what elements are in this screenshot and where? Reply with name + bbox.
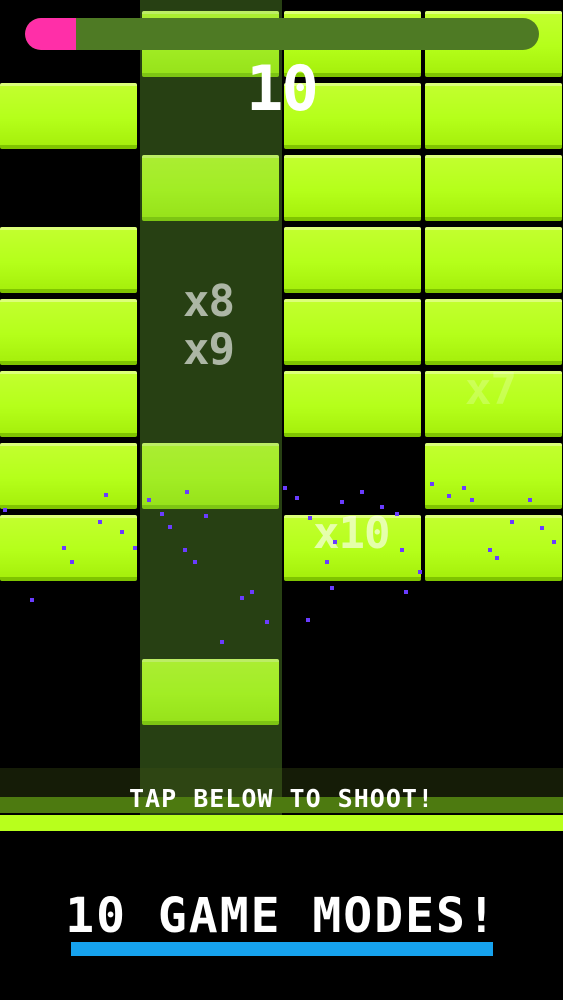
particle <box>395 512 399 516</box>
particle <box>147 498 151 502</box>
brick <box>425 443 562 509</box>
particle <box>330 586 334 590</box>
particle <box>333 540 337 544</box>
level-progress-fill <box>25 18 77 50</box>
multiplier-label: x9 <box>183 324 235 375</box>
particle <box>540 526 544 530</box>
particle <box>70 560 74 564</box>
level-progress-bar <box>25 18 539 50</box>
particle <box>418 570 422 574</box>
particle <box>325 560 329 564</box>
particle <box>510 520 514 524</box>
brick <box>0 371 137 437</box>
particle <box>3 508 7 512</box>
particle <box>168 525 172 529</box>
brick <box>0 443 137 509</box>
particle <box>528 498 532 502</box>
particle <box>133 546 137 550</box>
brick <box>284 227 421 293</box>
multiplier-label: x7 <box>465 364 517 415</box>
shoot-instruction: TAP BELOW TO SHOOT! <box>129 784 434 813</box>
particle <box>183 548 187 552</box>
particle <box>295 496 299 500</box>
launch-line[interactable] <box>0 815 563 831</box>
particle <box>404 590 408 594</box>
particle <box>430 482 434 486</box>
particle <box>306 618 310 622</box>
score-counter: 10 <box>246 52 319 125</box>
particle <box>204 514 208 518</box>
multiplier-label: x8 <box>183 276 235 327</box>
particle <box>185 490 189 494</box>
particle <box>160 512 164 516</box>
particle <box>340 500 344 504</box>
particle <box>98 520 102 524</box>
particle <box>447 494 451 498</box>
particle <box>400 548 404 552</box>
brick <box>284 155 421 221</box>
particle <box>462 486 466 490</box>
particle <box>30 598 34 602</box>
particle <box>488 548 492 552</box>
particle <box>265 620 269 624</box>
particle <box>470 498 474 502</box>
particle <box>220 640 224 644</box>
particle <box>240 596 244 600</box>
brick <box>0 299 137 365</box>
brick <box>0 515 137 581</box>
brick <box>425 299 562 365</box>
particle <box>104 493 108 497</box>
particle <box>552 540 556 544</box>
brick <box>425 155 562 221</box>
brick <box>284 371 421 437</box>
particle <box>283 486 287 490</box>
particle <box>308 516 312 520</box>
promo-underline <box>71 942 493 956</box>
particle <box>62 546 66 550</box>
brick <box>425 515 562 581</box>
particle <box>360 490 364 494</box>
multiplier-label: x10 <box>313 508 390 559</box>
promo-title: 10 GAME MODES! <box>65 888 498 944</box>
particle <box>495 556 499 560</box>
brick <box>425 227 562 293</box>
particle <box>380 505 384 509</box>
particle <box>193 560 197 564</box>
brick <box>284 299 421 365</box>
game-board[interactable]: 10 x8 x9 x10 x7 TAP BELOW TO SHOOT! 10 G… <box>0 0 563 1000</box>
brick <box>0 227 137 293</box>
particle <box>120 530 124 534</box>
particle <box>250 590 254 594</box>
